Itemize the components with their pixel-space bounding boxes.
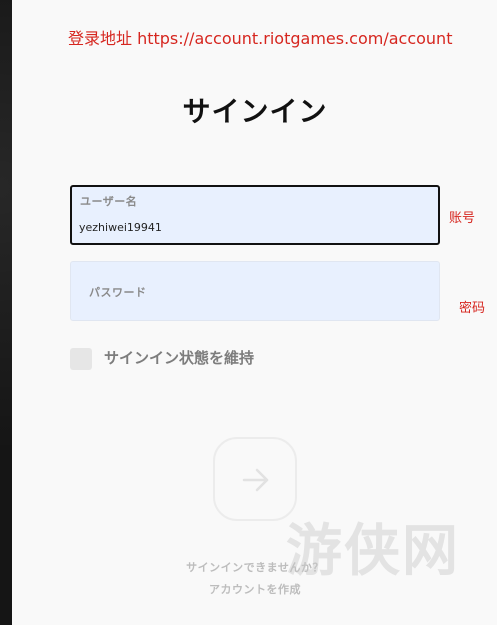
login-url-annotation: 登录地址 https://account.riotgames.com/accou… (68, 29, 453, 48)
remember-checkbox[interactable] (70, 348, 92, 370)
password-field[interactable]: パスワード (70, 261, 440, 321)
arrow-right-icon (242, 468, 269, 492)
username-field[interactable]: ユーザー名 yezhiwei19941 (70, 185, 440, 245)
remember-label[interactable]: サインイン状態を維持 (104, 347, 254, 368)
username-label: ユーザー名 (80, 195, 138, 208)
password-label: パスワード (89, 286, 147, 299)
page-title: サインイン (182, 95, 328, 128)
submit-button[interactable] (213, 437, 297, 521)
username-value[interactable]: yezhiwei19941 (79, 221, 162, 234)
watermark-logo: 游侠网 (286, 519, 460, 584)
password-annotation: 密码 (459, 301, 486, 316)
account-annotation: 账号 (449, 211, 476, 226)
